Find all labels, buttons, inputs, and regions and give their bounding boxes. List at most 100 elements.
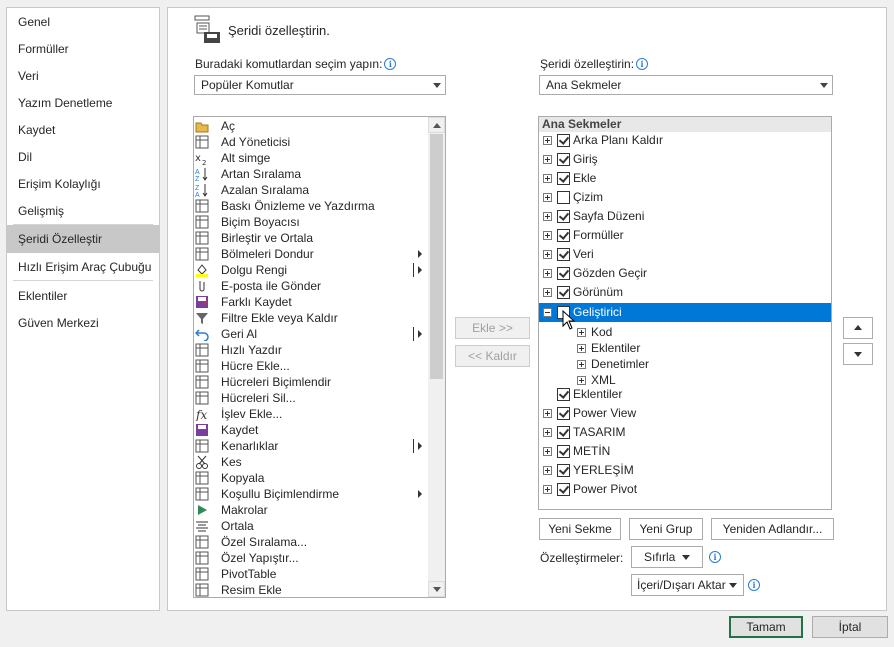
move-up-button[interactable]	[843, 317, 873, 339]
command-item[interactable]: Hücreleri Biçimlendir	[194, 374, 429, 390]
new-group-button[interactable]: Yeni Grup	[629, 518, 703, 540]
ribbon-tabs-select[interactable]: Ana Sekmeler	[539, 75, 833, 95]
expand-icon[interactable]	[543, 428, 552, 437]
command-item[interactable]: A Z Artan Sıralama	[194, 166, 429, 183]
expand-icon[interactable]	[577, 344, 586, 353]
tab-checkbox[interactable]	[557, 134, 570, 147]
tree-tab-item[interactable]: TASARIM	[539, 423, 831, 442]
command-item[interactable]: Ad Yöneticisi	[194, 134, 429, 150]
command-item[interactable]: Farklı Kaydet	[194, 294, 429, 310]
tab-checkbox[interactable]	[557, 426, 570, 439]
tab-checkbox[interactable]	[557, 464, 570, 477]
nav-item[interactable]: Eklentiler	[7, 282, 159, 310]
expand-icon[interactable]	[543, 193, 552, 202]
expand-icon[interactable]	[543, 155, 552, 164]
ok-button[interactable]: Tamam	[729, 616, 803, 638]
command-item[interactable]: PivotTable	[194, 566, 429, 582]
expand-icon[interactable]	[543, 485, 552, 494]
command-item[interactable]: Hücre Ekle...	[194, 358, 429, 374]
import-export-dropdown[interactable]: İçeri/Dışarı Aktar	[631, 574, 744, 596]
tab-checkbox[interactable]	[557, 407, 570, 420]
expand-icon[interactable]	[543, 250, 552, 259]
command-item[interactable]: Birleştir ve Ortala	[194, 230, 429, 246]
tree-tab-item[interactable]: Eklentiler	[539, 385, 831, 404]
tree-tab-item[interactable]: Power Pivot	[539, 480, 831, 499]
nav-item[interactable]: Şeridi Özelleştir	[7, 225, 159, 253]
commands-list[interactable]: Aç Ad Yöneticisi x 2 Alt simge A Z Artan Sırala…	[193, 116, 446, 598]
tree-tab-item[interactable]: Sayfa Düzeni	[539, 207, 831, 226]
tree-tab-item[interactable]: Power View	[539, 404, 831, 423]
tree-tab-item[interactable]: Ekle	[539, 169, 831, 188]
command-item[interactable]: Hücreleri Sil...	[194, 390, 429, 406]
command-item[interactable]: Z A Azalan Sıralama	[194, 182, 429, 199]
expand-icon[interactable]	[543, 136, 552, 145]
command-item[interactable]: Koşullu Biçimlendirme	[194, 486, 429, 502]
reset-dropdown[interactable]: Sıfırla	[631, 546, 703, 568]
expand-icon[interactable]	[543, 212, 552, 221]
move-down-button[interactable]	[843, 343, 873, 365]
expand-icon[interactable]	[543, 231, 552, 240]
tree-tab-item[interactable]: Veri	[539, 245, 831, 264]
scroll-up-button[interactable]	[428, 117, 445, 133]
command-item[interactable]: Hızlı Yazdır	[194, 342, 429, 358]
tree-tab-item[interactable]: Formüller	[539, 226, 831, 245]
tab-checkbox[interactable]	[557, 445, 570, 458]
nav-item[interactable]: Genel	[7, 8, 159, 36]
tree-tab-item[interactable]: METİN	[539, 442, 831, 461]
tree-tab-item[interactable]: Çizim	[539, 188, 831, 207]
command-item[interactable]: Geri Al	[194, 326, 429, 342]
tab-checkbox[interactable]	[557, 388, 570, 401]
command-item[interactable]: Dolgu Rengi	[194, 262, 429, 278]
tab-checkbox[interactable]	[557, 210, 570, 223]
command-item[interactable]: Özel Sıralama...	[194, 534, 429, 550]
nav-item[interactable]: Formüller	[7, 35, 159, 63]
nav-item[interactable]: Kaydet	[7, 116, 159, 144]
tree-tab-item[interactable]: YERLEŞİM	[539, 461, 831, 480]
nav-item[interactable]: Veri	[7, 62, 159, 90]
command-item[interactable]: Filtre Ekle veya Kaldır	[194, 310, 429, 326]
expand-icon[interactable]	[543, 466, 552, 475]
scroll-thumb[interactable]	[430, 134, 443, 379]
tab-checkbox[interactable]	[557, 191, 570, 204]
command-item[interactable]: x 2 Alt simge	[194, 150, 429, 167]
command-item[interactable]: Kopyala	[194, 470, 429, 486]
remove-button[interactable]: << Kaldır	[455, 345, 530, 367]
command-item[interactable]: E-posta ile Gönder	[194, 278, 429, 294]
expand-icon[interactable]	[577, 328, 586, 337]
rename-button[interactable]: Yeniden Adlandır...	[711, 518, 834, 540]
nav-item[interactable]: Güven Merkezi	[7, 309, 159, 337]
new-tab-button[interactable]: Yeni Sekme	[539, 518, 621, 540]
tree-tab-item[interactable]: Gözden Geçir	[539, 264, 831, 283]
commands-scrollbar[interactable]	[428, 117, 445, 597]
expand-icon[interactable]	[543, 447, 552, 456]
command-item[interactable]: Aç	[194, 118, 429, 134]
expand-icon[interactable]	[543, 174, 552, 183]
command-item[interactable]: Baskı Önizleme ve Yazdırma	[194, 198, 429, 214]
command-item[interactable]: Bölmeleri Dondur	[194, 246, 429, 262]
command-item[interactable]: Biçim Boyacısı	[194, 214, 429, 230]
command-item[interactable]: fx İşlev Ekle...	[194, 406, 429, 422]
tree-tab-item[interactable]: Geliştirici	[539, 303, 831, 322]
tree-tab-item[interactable]: Arka Planı Kaldır	[539, 131, 831, 150]
nav-item[interactable]: Gelişmiş	[7, 197, 159, 225]
tab-checkbox[interactable]	[557, 229, 570, 242]
tab-checkbox[interactable]	[557, 172, 570, 185]
command-item[interactable]: Makrolar	[194, 502, 429, 518]
cancel-button[interactable]: İptal	[812, 616, 888, 638]
expand-icon[interactable]	[577, 360, 586, 369]
command-item[interactable]: Ortala	[194, 518, 429, 534]
tab-checkbox[interactable]	[557, 267, 570, 280]
command-item[interactable]: Kaydet	[194, 422, 429, 438]
nav-item[interactable]: Yazım Denetleme	[7, 89, 159, 117]
commands-source-select[interactable]: Popüler Komutlar	[194, 75, 446, 95]
scroll-down-button[interactable]	[428, 581, 445, 597]
ribbon-tabs-tree[interactable]: Ana Sekmeler Arka Planı Kaldır Giriş Ekle Ç…	[538, 116, 832, 510]
add-button[interactable]: Ekle >>	[455, 317, 530, 339]
nav-item[interactable]: Erişim Kolaylığı	[7, 170, 159, 198]
collapse-icon[interactable]	[543, 308, 552, 317]
tree-tab-item[interactable]: Görünüm	[539, 283, 831, 302]
expand-icon[interactable]	[543, 288, 552, 297]
command-item[interactable]: Resim Ekle	[194, 582, 429, 597]
expand-icon[interactable]	[543, 409, 552, 418]
tree-tab-item[interactable]: Giriş	[539, 150, 831, 169]
